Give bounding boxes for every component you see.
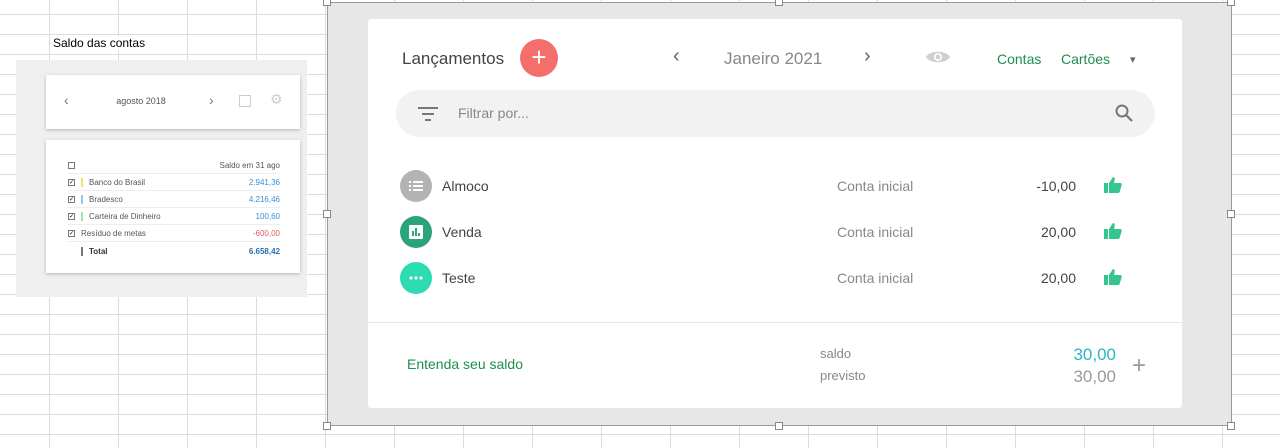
mini-next-icon: › <box>209 92 214 108</box>
transaction-name: Almoco <box>442 178 489 194</box>
thumbs-up-icon[interactable] <box>1104 223 1122 244</box>
account-balance-image: ‹ agosto 2018 › ⚙ Saldo em 31 ago ✓ Banc… <box>16 60 307 297</box>
transaction-account: Conta inicial <box>837 224 914 240</box>
filter-bar[interactable] <box>396 90 1155 137</box>
mini-checkbox: ✓ <box>68 179 75 186</box>
resize-handle[interactable] <box>1227 0 1235 6</box>
more-icon <box>400 262 432 294</box>
mini-balance-table: Saldo em 31 ago ✓ Banco do Brasil 2.941,… <box>46 140 300 273</box>
resize-handle[interactable] <box>1227 422 1235 430</box>
transaction-amount: 20,00 <box>1040 270 1076 286</box>
expand-plus-button[interactable]: + <box>1132 352 1146 380</box>
mini-month-nav: ‹ agosto 2018 › ⚙ <box>46 75 300 129</box>
thumbs-up-icon[interactable] <box>1104 177 1122 198</box>
month-label: Janeiro 2021 <box>724 49 823 68</box>
mini-row-value: 4.216,46 <box>248 195 280 204</box>
saldo-label: saldo <box>820 346 852 361</box>
transaction-account: Conta inicial <box>837 178 914 194</box>
mini-checkbox: ✓ <box>68 230 75 237</box>
filter-icon[interactable] <box>418 106 438 127</box>
mini-color-bar <box>81 246 83 256</box>
mini-row-name: Resíduo de metas <box>81 229 146 238</box>
transaction-name: Teste <box>442 270 476 286</box>
mini-row-value: 100,60 <box>255 212 280 221</box>
transaction-row[interactable]: Almoco Conta inicial -10,00 <box>400 170 1150 210</box>
mini-total-value: 6.658,42 <box>248 246 280 256</box>
mini-gear-icon: ⚙ <box>270 91 283 107</box>
mini-total-label: Total <box>89 246 108 256</box>
chevron-down-icon[interactable]: ▾ <box>1130 53 1136 66</box>
search-icon[interactable] <box>1115 104 1133 127</box>
mini-row: ✓ Carteira de Dinheiro 100,60 <box>68 209 280 225</box>
mini-row-value: -600,00 <box>252 229 280 238</box>
resize-handle[interactable] <box>1227 210 1235 218</box>
mini-calendar-icon <box>239 95 251 107</box>
mini-color-bar <box>81 212 83 221</box>
resize-handle[interactable] <box>323 210 331 218</box>
mini-row-name: Bradesco <box>89 195 123 204</box>
page-title: Lançamentos <box>402 49 505 68</box>
mini-table-header: Saldo em 31 ago <box>68 158 280 174</box>
divider <box>368 322 1182 323</box>
filter-input[interactable] <box>458 102 1058 124</box>
mini-row-name: Carteira de Dinheiro <box>89 212 161 221</box>
mini-row-value: 2.941,36 <box>248 178 280 187</box>
mini-row: ✓ Bradesco 4.216,46 <box>68 192 280 208</box>
previsto-value: 30,00 <box>1073 367 1116 386</box>
list-icon <box>400 170 432 202</box>
previsto-label: previsto <box>820 368 866 383</box>
prev-month-icon[interactable]: ‹ <box>673 45 680 68</box>
next-month-icon[interactable]: › <box>864 45 871 68</box>
mini-checkbox <box>68 162 75 169</box>
mini-row-name: Banco do Brasil <box>89 178 146 187</box>
mini-row: ✓ Banco do Brasil 2.941,36 <box>68 175 280 191</box>
mini-total-row: Total 6.658,42 <box>68 243 280 259</box>
eye-icon[interactable] <box>925 47 951 72</box>
mini-row: ✓ Resíduo de metas -600,00 <box>68 226 280 242</box>
resize-handle[interactable] <box>323 0 331 6</box>
mini-header-label: Saldo em 31 ago <box>219 161 281 170</box>
transaction-row[interactable]: Teste Conta inicial 20,00 <box>400 262 1150 302</box>
mini-checkbox: ✓ <box>68 213 75 220</box>
resize-handle[interactable] <box>323 422 331 430</box>
transaction-account: Conta inicial <box>837 270 914 286</box>
transactions-card: Lançamentos + ‹ Janeiro 2021 › Contas Ca… <box>368 19 1182 408</box>
contas-link[interactable]: Contas <box>997 51 1041 67</box>
understand-balance-link[interactable]: Entenda seu saldo <box>407 356 523 372</box>
mini-color-bar <box>81 178 83 187</box>
chart-icon <box>400 216 432 248</box>
transaction-amount: 20,00 <box>1040 224 1076 240</box>
mini-month-label: agosto 2018 <box>116 96 166 106</box>
sheet-title: Saldo das contas <box>51 36 148 50</box>
add-transaction-button[interactable]: + <box>520 39 558 77</box>
mini-color-bar <box>81 195 83 204</box>
transaction-name: Venda <box>442 224 482 240</box>
cartoes-link[interactable]: Cartões <box>1061 51 1110 67</box>
saldo-value: 30,00 <box>1073 345 1116 364</box>
mini-checkbox: ✓ <box>68 196 75 203</box>
resize-handle[interactable] <box>775 0 783 6</box>
thumbs-up-icon[interactable] <box>1104 269 1122 290</box>
transaction-row[interactable]: Venda Conta inicial 20,00 <box>400 216 1150 256</box>
transaction-amount: -10,00 <box>1036 178 1076 194</box>
resize-handle[interactable] <box>775 422 783 430</box>
